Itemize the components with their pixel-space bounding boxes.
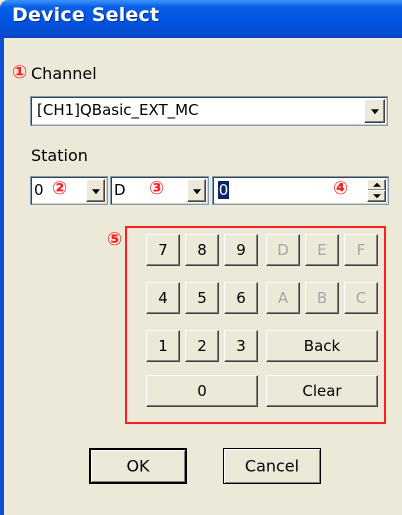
station-label: Station bbox=[31, 146, 88, 165]
key-b[interactable]: B bbox=[305, 282, 339, 314]
station-number-value: 0 bbox=[218, 181, 229, 199]
marker-5: ⑤ bbox=[107, 229, 123, 250]
cancel-button[interactable]: Cancel bbox=[223, 448, 321, 484]
channel-label: Channel bbox=[31, 64, 97, 83]
back-button[interactable]: Back bbox=[266, 330, 378, 362]
arrow-up-icon bbox=[372, 182, 381, 187]
chevron-down-icon bbox=[91, 188, 100, 194]
station-number-field[interactable]: 0 bbox=[212, 176, 389, 205]
window-title: Device Select bbox=[12, 4, 160, 26]
channel-combobox[interactable]: [CH1]QBasic_EXT_MC bbox=[30, 96, 388, 126]
device-select-dialog: Device Select ① Channel [CH1]QBasic_EXT_… bbox=[0, 0, 402, 515]
key-3[interactable]: 3 bbox=[224, 330, 258, 362]
ok-button[interactable]: OK bbox=[89, 448, 187, 484]
channel-dropdown-button[interactable] bbox=[364, 99, 385, 123]
station-combo-2-dropdown-button[interactable] bbox=[187, 179, 206, 202]
key-e[interactable]: E bbox=[305, 234, 339, 266]
station-combo-1-value: 0 bbox=[34, 181, 44, 199]
key-c[interactable]: C bbox=[344, 282, 378, 314]
marker-2: ② bbox=[52, 178, 68, 199]
station-combo-1-dropdown-button[interactable] bbox=[86, 179, 105, 202]
title-bar[interactable]: Device Select bbox=[0, 0, 402, 38]
key-2[interactable]: 2 bbox=[185, 330, 219, 362]
station-combo-1[interactable]: 0 bbox=[30, 176, 108, 205]
station-combo-2-value: D bbox=[114, 181, 126, 199]
key-1[interactable]: 1 bbox=[146, 330, 180, 362]
spin-down-button[interactable] bbox=[367, 190, 386, 202]
key-9[interactable]: 9 bbox=[224, 234, 258, 266]
key-d[interactable]: D bbox=[266, 234, 300, 266]
key-f[interactable]: F bbox=[344, 234, 378, 266]
marker-4: ④ bbox=[333, 178, 349, 199]
clear-button[interactable]: Clear bbox=[266, 375, 378, 407]
key-8[interactable]: 8 bbox=[185, 234, 219, 266]
window-border bbox=[0, 38, 4, 515]
marker-1: ① bbox=[12, 62, 28, 83]
key-0[interactable]: 0 bbox=[146, 375, 258, 407]
key-6[interactable]: 6 bbox=[224, 282, 258, 314]
marker-3: ③ bbox=[149, 178, 165, 199]
key-4[interactable]: 4 bbox=[146, 282, 180, 314]
chevron-down-icon bbox=[370, 109, 379, 115]
key-a[interactable]: A bbox=[266, 282, 300, 314]
channel-value: [CH1]QBasic_EXT_MC bbox=[37, 101, 199, 119]
key-5[interactable]: 5 bbox=[185, 282, 219, 314]
chevron-down-icon bbox=[192, 188, 201, 194]
key-7[interactable]: 7 bbox=[146, 234, 180, 266]
arrow-down-icon bbox=[372, 194, 381, 199]
